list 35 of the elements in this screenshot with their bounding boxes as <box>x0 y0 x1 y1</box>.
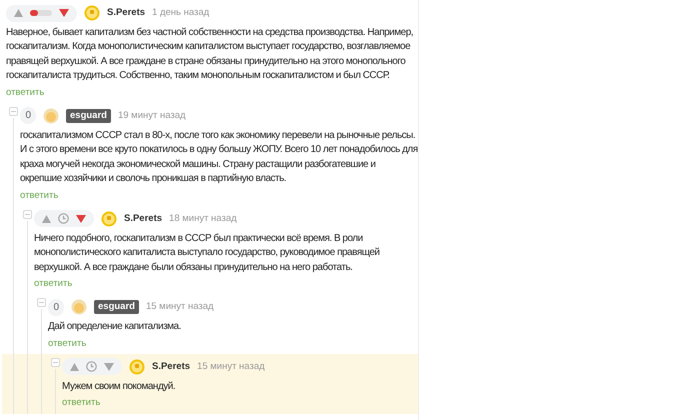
rating-count: 0 <box>20 107 36 124</box>
author-name[interactable]: esguard <box>66 108 111 123</box>
avatar-icon <box>84 5 100 21</box>
upvote-icon[interactable] <box>70 362 79 371</box>
downvote-icon[interactable] <box>76 214 86 223</box>
clock-icon <box>58 213 69 224</box>
avatar-icon <box>43 108 59 124</box>
author-name[interactable]: S.Perets <box>152 360 190 374</box>
comment-text: госкапитализмом СССР стал в 80-х, после того как экономику перевели на рыночные рельсы. И с этого времени все круто покатилось в одну большу ЖОПУ. Всего 10 лет понадобилось для краха могучей некогда экономической машины. Страну растащили разбогатевшие и окрепшие хозяйчики и сволочь проникшая в партийную власть. <box>20 128 418 186</box>
avatar-icon <box>71 299 87 316</box>
upvote-icon[interactable] <box>42 214 51 223</box>
collapse-button[interactable] <box>22 210 32 219</box>
comment-time: 15 минут назад <box>146 300 214 314</box>
comment-time: 15 минут назад <box>197 360 265 374</box>
rating-bar-icon <box>30 10 52 16</box>
comment-time: 19 минут назад <box>118 108 186 123</box>
comment-text: Дай определение капитализма. <box>48 320 182 334</box>
comment-text: Мужем своим покомандуй. <box>62 380 176 394</box>
author-name[interactable]: S.Perets <box>107 6 146 20</box>
upvote-icon[interactable] <box>14 9 23 17</box>
avatar-icon <box>101 210 117 227</box>
comment-time: 1 день назад <box>152 6 210 20</box>
author-name[interactable]: S.Perets <box>124 212 162 226</box>
comment-text: Наверное, бывает капитализм без частной собственности на средства производства. Например, госкапитализм. Когда монополистическим капиталистом выступает государство, возглавляемое правящей верхушкой. А все граждане в стране обязаны принудительно на этого монопольного госкапиталиста трудиться. Собственно, таким монопольным госкапиталистом и был СССР. <box>6 26 414 84</box>
downvote-icon[interactable] <box>59 9 69 17</box>
comment-time: 18 минут назад <box>169 212 237 226</box>
collapse-button[interactable] <box>36 298 46 308</box>
avatar-icon <box>129 358 145 375</box>
downvote-icon[interactable] <box>104 362 114 371</box>
comment-text: Ничего подобного, госкапитализм в СССР был практически всё время. В роли монополистического капиталиста выступало государство, руководимое правящей верхушкой. А все граждане были обязаны принудительно на него работать. <box>34 232 380 275</box>
clock-icon <box>86 361 97 372</box>
collapse-button[interactable] <box>50 358 60 367</box>
rating-count: 0 <box>48 298 64 316</box>
author-name[interactable]: esguard <box>94 300 139 314</box>
collapse-button[interactable] <box>8 106 18 116</box>
